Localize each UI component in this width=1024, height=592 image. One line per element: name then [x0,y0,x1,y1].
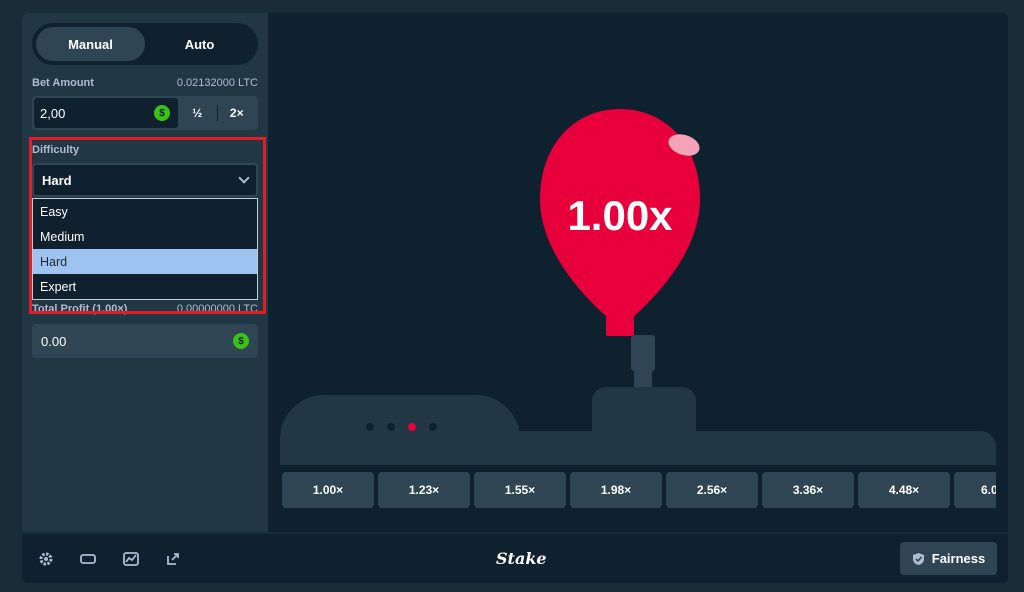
chart-icon[interactable] [123,552,139,566]
bet-amount-row: 2,00 $ ½ 2× [32,96,258,130]
bet-amount-input[interactable]: 2,00 $ [34,98,178,128]
footer-bar: Stake Fairness [22,532,1008,583]
bet-amount-label: Bet Amount [32,77,94,89]
pump-base [468,431,996,465]
total-profit-ltc: 0.00000000 LTC [176,303,258,315]
game-window: Manual Auto Bet Amount 0.02132000 LTC 2,… [22,13,1008,583]
multiplier-chip: 3.36× [762,472,854,508]
difficulty-options-list: Easy Medium Hard Expert [32,198,258,300]
pump-nozzle [631,335,655,371]
multiplier-chip: 1.00× [282,472,374,508]
progress-dots [366,423,437,431]
mode-toggle: Manual Auto [32,23,258,65]
popout-icon[interactable] [165,552,181,566]
total-profit-value: 0.00 [41,333,67,349]
current-multiplier: 1.00x [567,192,673,239]
difficulty-option-easy[interactable]: Easy [33,199,257,224]
multiplier-chip: 6.0 [954,472,996,508]
bet-amount-value: 2,00 [40,105,66,121]
progress-dot-active [408,423,416,431]
manual-tab[interactable]: Manual [36,27,145,61]
progress-dot [366,423,374,431]
stake-logo: Stake [496,549,547,568]
difficulty-option-expert[interactable]: Expert [33,274,257,299]
fairness-button[interactable]: Fairness [900,542,997,575]
bet-amount-label-row: Bet Amount 0.02132000 LTC [32,77,258,89]
difficulty-label: Difficulty [32,144,80,156]
total-profit-label: Total Profit (1.00×) [32,303,128,315]
game-area: 1.00x 1.00× 1.23× 1.55× 1.98× 2.56× 3.36… [268,13,1008,532]
auto-tab[interactable]: Auto [145,27,254,61]
total-profit-label-row: Total Profit (1.00×) 0.00000000 LTC [32,303,258,315]
gear-icon[interactable] [38,552,54,566]
multiplier-chip: 1.98× [570,472,662,508]
multiplier-chip: 4.48× [858,472,950,508]
multiplier-chip: 1.55× [474,472,566,508]
currency-coin-icon: $ [154,105,170,121]
difficulty-selected-value: Hard [42,172,72,188]
progress-dot [429,423,437,431]
shield-check-icon [912,552,924,565]
difficulty-label-row: Difficulty [32,144,258,156]
half-bet-button[interactable]: ½ [178,98,217,128]
screen-icon[interactable] [80,552,96,566]
fairness-label: Fairness [931,551,986,566]
difficulty-select[interactable]: Hard [32,163,258,197]
multiplier-chip: 2.56× [666,472,758,508]
multiplier-chip: 1.23× [378,472,470,508]
progress-dot [387,423,395,431]
control-sidebar: Manual Auto Bet Amount 0.02132000 LTC 2,… [22,13,268,532]
profit-coin-icon: $ [233,333,249,349]
double-bet-button[interactable]: 2× [218,98,257,128]
chevron-down-icon [238,172,250,184]
difficulty-option-medium[interactable]: Medium [33,224,257,249]
balloon-knot [606,316,634,336]
bet-amount-ltc: 0.02132000 LTC [176,77,258,89]
difficulty-option-hard[interactable]: Hard [33,249,257,274]
multiplier-strip: 1.00× 1.23× 1.55× 1.98× 2.56× 3.36× 4.48… [282,472,996,508]
total-profit-field: 0.00 $ [32,324,258,358]
